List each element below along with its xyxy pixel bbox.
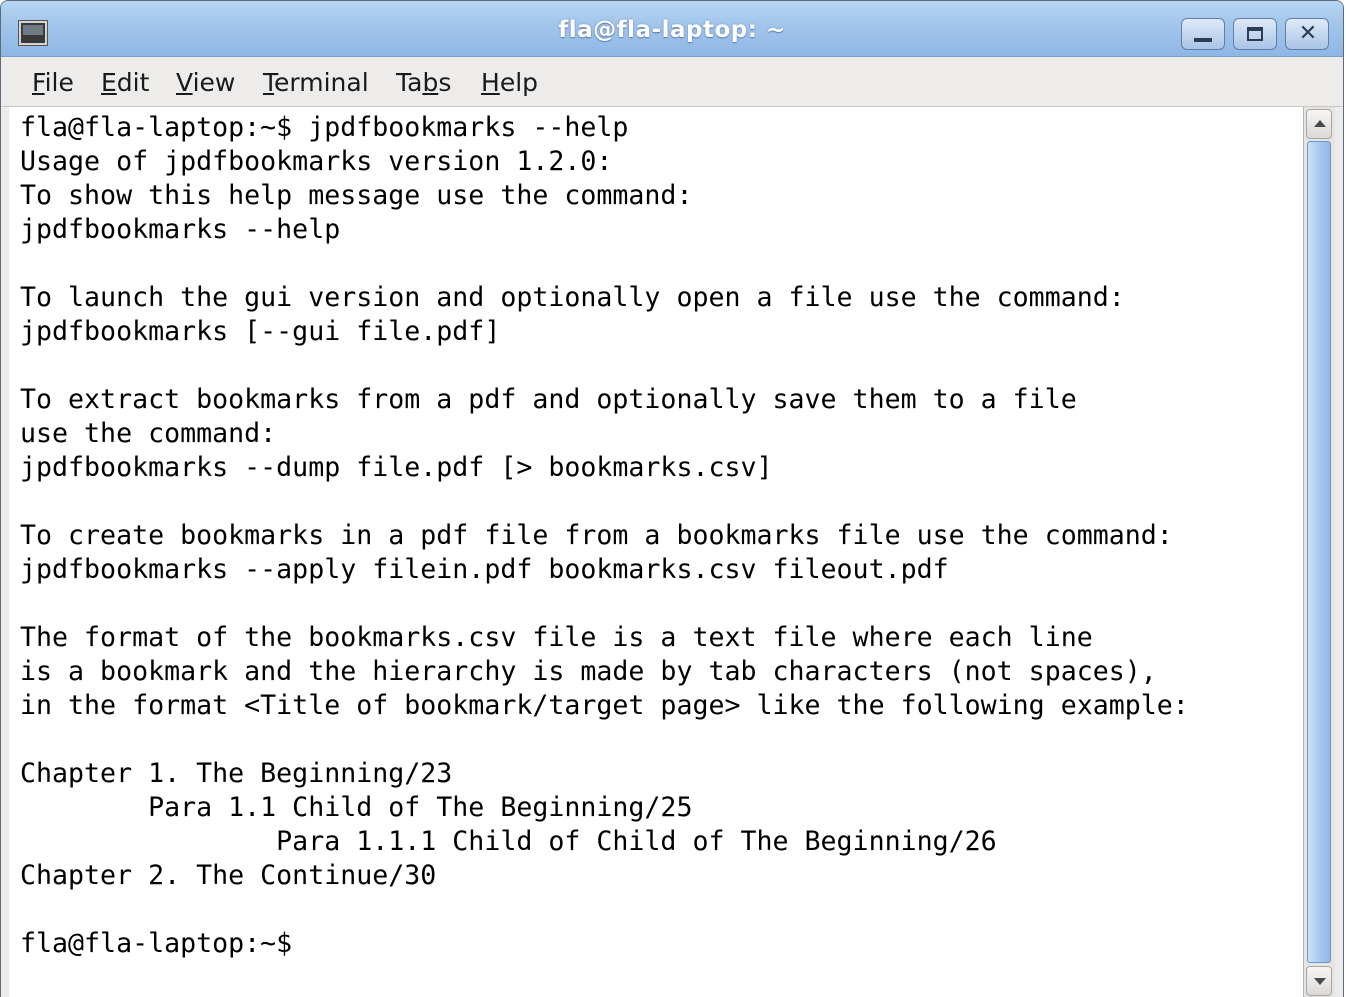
title-bar[interactable]: fla@fla-laptop: ~ ✕ (1, 1, 1343, 57)
menu-view[interactable]: View (176, 68, 235, 97)
menu-terminal[interactable]: Terminal (263, 68, 369, 97)
menu-edit-label-post: dit (116, 68, 150, 97)
menu-tabs-mnemonic: b (422, 68, 439, 97)
maximize-icon (1247, 27, 1263, 41)
menu-help-label-post: elp (499, 68, 539, 97)
menu-terminal-label-post: erminal (274, 68, 369, 97)
minimize-icon (1194, 38, 1212, 42)
window-title: fla@fla-laptop: ~ (558, 17, 786, 43)
terminal-text: fla@fla-laptop:~$ jpdfbookmarks --help U… (20, 112, 1189, 959)
scrollbar-thumb[interactable] (1307, 141, 1331, 963)
close-button[interactable]: ✕ (1285, 18, 1329, 50)
menu-file[interactable]: File (32, 68, 74, 97)
terminal-output[interactable]: fla@fla-laptop:~$ jpdfbookmarks --help U… (9, 107, 1303, 997)
menu-view-mnemonic: V (176, 68, 193, 97)
menu-tabs-label-post: s (438, 68, 452, 97)
menu-help[interactable]: Help (481, 68, 538, 97)
terminal-window: fla@fla-laptop: ~ ✕ File Edit View Termi… (0, 0, 1344, 997)
close-icon: ✕ (1298, 21, 1318, 46)
menu-tabs[interactable]: Tabs (396, 68, 451, 97)
menu-tabs-label-pre: Ta (396, 68, 423, 97)
menu-bar: File Edit View Terminal Tabs Help (1, 57, 1343, 107)
menu-terminal-mnemonic: T (263, 68, 275, 97)
menu-edit-mnemonic: E (101, 68, 117, 97)
scroll-down-arrow-icon[interactable] (1306, 966, 1332, 996)
menu-help-mnemonic: H (481, 68, 500, 97)
menu-edit[interactable]: Edit (101, 68, 149, 97)
minimize-button[interactable] (1181, 18, 1225, 50)
maximize-button[interactable] (1233, 18, 1277, 50)
scroll-up-arrow-icon[interactable] (1306, 109, 1332, 139)
menu-file-mnemonic: F (32, 68, 45, 97)
vertical-scrollbar[interactable] (1303, 107, 1335, 997)
menu-file-label-post: ile (44, 68, 74, 97)
menu-view-label-post: iew (192, 68, 236, 97)
